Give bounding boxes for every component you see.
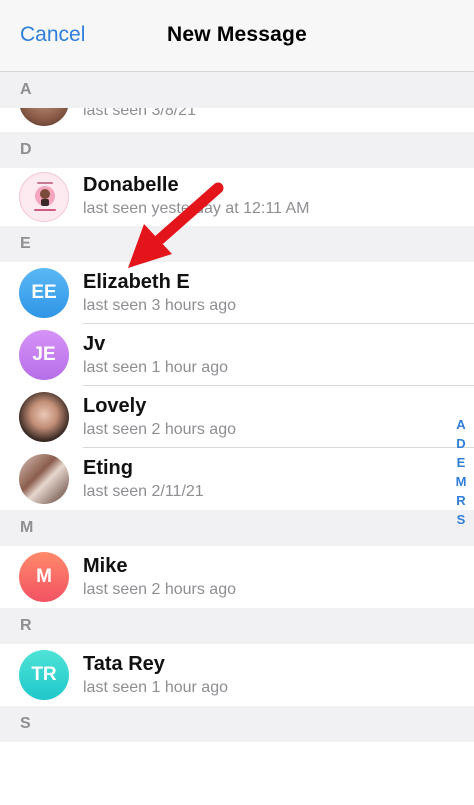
donabelle-logo-icon bbox=[21, 174, 68, 221]
contact-status: last seen 2/11/21 bbox=[83, 483, 204, 500]
contact-status: last seen 3/8/21 bbox=[83, 108, 196, 119]
contact-avatar-photo bbox=[19, 108, 69, 126]
contact-name: Tata Rey bbox=[83, 653, 165, 675]
contact-status: last seen 1 hour ago bbox=[83, 359, 228, 376]
contact-name: Elizabeth E bbox=[83, 271, 190, 293]
contact-row-lovely[interactable]: Lovely last seen 2 hours ago bbox=[0, 386, 474, 448]
contact-row-elizabeth-e[interactable]: EE Elizabeth E last seen 3 hours ago bbox=[0, 262, 474, 324]
index-letter-r[interactable]: R bbox=[452, 491, 470, 510]
contact-status: last seen 3 hours ago bbox=[83, 297, 236, 314]
contact-avatar: M bbox=[19, 552, 69, 602]
contact-row-donabelle[interactable]: Donabelle last seen yesterday at 12:11 A… bbox=[0, 168, 474, 226]
index-letter-m[interactable]: M bbox=[452, 472, 470, 491]
section-header-s: S bbox=[0, 706, 474, 742]
contact-row-a-partial[interactable]: last seen 3/8/21 bbox=[0, 108, 474, 132]
section-header-e: E bbox=[0, 226, 474, 262]
contact-row-eting[interactable]: Eting last seen 2/11/21 bbox=[0, 448, 474, 510]
section-header-m: M bbox=[0, 510, 474, 546]
contact-avatar: TR bbox=[19, 650, 69, 700]
section-index[interactable]: A D E M R S bbox=[452, 415, 470, 529]
contact-status: last seen yesterday at 12:11 AM bbox=[83, 200, 310, 217]
index-letter-s[interactable]: S bbox=[452, 510, 470, 529]
list-bottom-space bbox=[0, 742, 474, 805]
index-letter-a[interactable]: A bbox=[452, 415, 470, 434]
contact-list[interactable]: A last seen 3/8/21 D Donabelle last seen… bbox=[0, 72, 474, 805]
section-header-a: A bbox=[0, 72, 474, 108]
section-header-r: R bbox=[0, 608, 474, 644]
contact-row-mike[interactable]: M Mike last seen 2 hours ago bbox=[0, 546, 474, 608]
contact-name: Eting bbox=[83, 457, 133, 479]
section-header-d: D bbox=[0, 132, 474, 168]
contact-status: last seen 2 hours ago bbox=[83, 421, 236, 438]
contact-avatar-photo bbox=[19, 392, 69, 442]
contact-avatar-photo bbox=[19, 172, 69, 222]
index-letter-d[interactable]: D bbox=[452, 434, 470, 453]
contact-row-jv[interactable]: JE Jv last seen 1 hour ago bbox=[0, 324, 474, 386]
contact-name: Lovely bbox=[83, 395, 147, 417]
contact-row-tata-rey[interactable]: TR Tata Rey last seen 1 hour ago bbox=[0, 644, 474, 706]
page-title: New Message bbox=[167, 23, 307, 46]
contact-avatar-photo bbox=[19, 454, 69, 504]
contact-name: Jv bbox=[83, 333, 106, 355]
contact-name: Mike bbox=[83, 555, 128, 577]
index-letter-e[interactable]: E bbox=[452, 453, 470, 472]
contact-status: last seen 1 hour ago bbox=[83, 679, 228, 696]
contact-name: Donabelle bbox=[83, 174, 179, 196]
navigation-bar: Cancel New Message bbox=[0, 0, 474, 72]
contact-avatar: EE bbox=[19, 268, 69, 318]
contact-avatar: JE bbox=[19, 330, 69, 380]
contact-status: last seen 2 hours ago bbox=[83, 581, 236, 598]
